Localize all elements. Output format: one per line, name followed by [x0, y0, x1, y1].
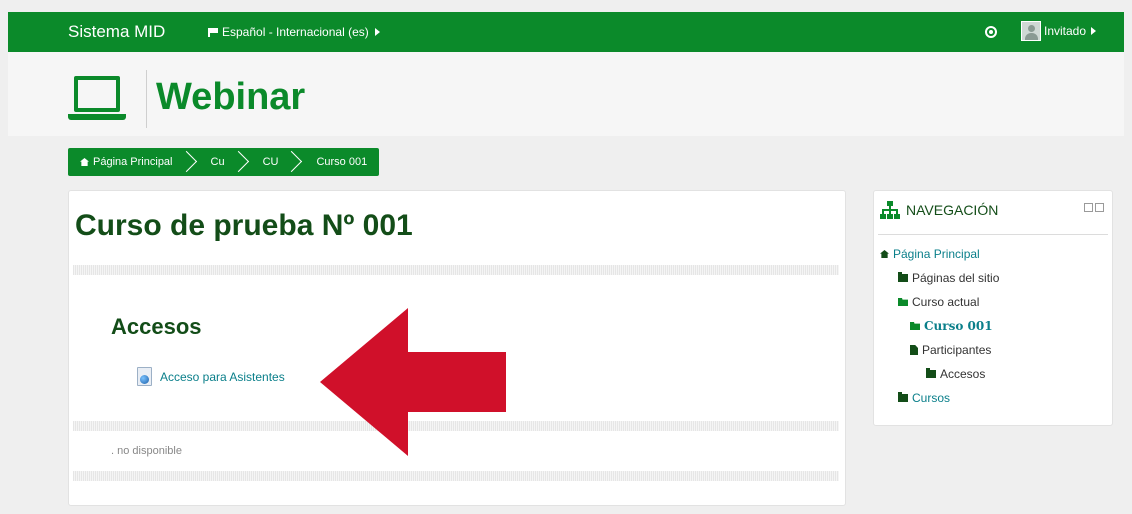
nav-item-label: Curso actual [912, 295, 980, 309]
site-title[interactable]: Webinar [156, 76, 305, 119]
site-header: Webinar [8, 52, 1124, 136]
flag-icon [208, 27, 218, 37]
section-divider [73, 265, 839, 275]
section-title: Accesos [111, 314, 202, 339]
folder-open-icon [910, 322, 920, 330]
home-icon [880, 250, 889, 258]
breadcrumb-current[interactable]: Curso 001 [304, 148, 379, 176]
nav-item-courses[interactable]: Cursos [898, 391, 950, 405]
caret-right-icon [374, 28, 380, 36]
nav-item-label: Accesos [940, 367, 986, 381]
caret-right-icon [1091, 27, 1097, 35]
nav-item-accesos[interactable]: Accesos [926, 367, 985, 381]
availability-note: . no disponible [111, 445, 182, 457]
brand-link[interactable]: Sistema MID [68, 22, 165, 42]
language-menu[interactable]: Español - Internacional (es) [208, 25, 380, 39]
breadcrumb-separator [237, 148, 251, 176]
target-icon[interactable] [985, 26, 997, 38]
nav-item-participants[interactable]: Participantes [910, 343, 991, 357]
red-arrow-annotation [320, 308, 506, 456]
avatar [1021, 21, 1041, 41]
user-label: Invitado [1044, 24, 1087, 38]
nav-item-label: Cursos [912, 391, 951, 405]
navigation-header: NAVEGACIÓN [880, 201, 998, 219]
folder-icon [898, 272, 908, 282]
block-controls [1084, 203, 1104, 212]
file-icon [910, 345, 918, 355]
breadcrumb-label: Página Principal [93, 156, 173, 168]
breadcrumb-separator [290, 148, 304, 176]
page-title: Curso de prueba Nº 001 [75, 209, 413, 242]
nav-item-label: Página Principal [893, 247, 980, 261]
language-label: Español - Internacional (es) [222, 25, 369, 39]
user-menu[interactable]: Invitado [1021, 21, 1097, 41]
collapse-icon[interactable] [1084, 203, 1093, 212]
breadcrumb: Página Principal Cu CU Curso 001 [68, 148, 380, 176]
nav-item-label: Curso 001 [924, 319, 993, 333]
laptop-icon [68, 76, 126, 122]
sitemap-icon [880, 201, 900, 219]
breadcrumb-home[interactable]: Página Principal [68, 148, 185, 176]
dock-icon[interactable] [1095, 203, 1104, 212]
header-divider [146, 70, 147, 128]
nav-item-label: Páginas del sitio [912, 271, 1000, 285]
folder-icon [926, 368, 936, 378]
nav-item-label: Participantes [922, 343, 992, 357]
folder-icon [898, 392, 908, 402]
breadcrumb-separator [185, 148, 199, 176]
url-resource-icon [137, 367, 152, 386]
navigation-title: NAVEGACIÓN [906, 202, 999, 218]
top-navbar: Sistema MID Español - Internacional (es)… [8, 12, 1124, 52]
navigation-divider [878, 234, 1108, 235]
resource-link[interactable]: Acceso para Asistentes [137, 367, 285, 386]
nav-item-site-pages[interactable]: Páginas del sitio [898, 271, 999, 285]
navigation-block: NAVEGACIÓN Página Principal Páginas del … [873, 190, 1113, 426]
nav-item-home[interactable]: Página Principal [880, 247, 980, 261]
home-icon [80, 158, 89, 166]
resource-link-label: Acceso para Asistentes [160, 369, 285, 384]
folder-open-icon [898, 298, 908, 306]
nav-item-current-course[interactable]: Curso actual [898, 295, 979, 309]
nav-item-course-001[interactable]: Curso 001 [910, 319, 993, 333]
section-divider [73, 471, 839, 481]
